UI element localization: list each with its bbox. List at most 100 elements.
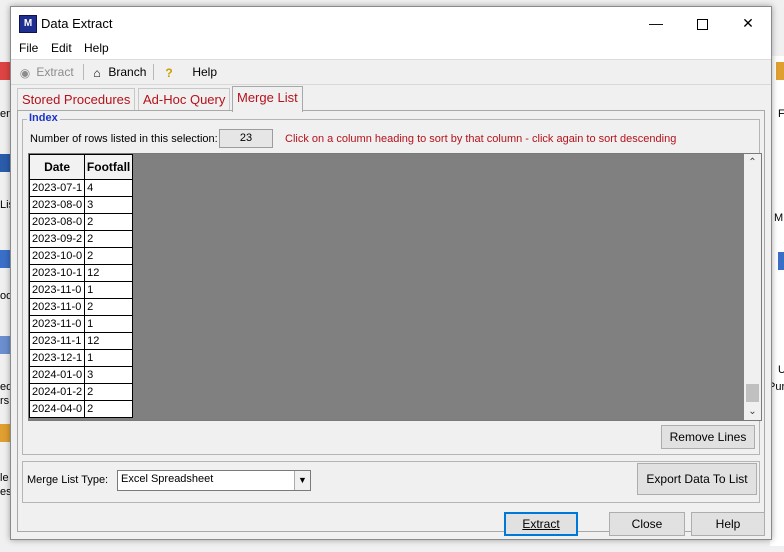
extract-button[interactable]: Extract xyxy=(504,512,578,536)
cell-footfall[interactable]: 2 xyxy=(84,247,133,265)
remove-lines-label: Remove Lines xyxy=(669,430,747,444)
vertical-scrollbar[interactable]: ⌃ ⌄ xyxy=(744,154,761,420)
close-window-button[interactable]: ✕ xyxy=(725,7,771,39)
cell-footfall[interactable]: 3 xyxy=(84,196,133,214)
tab-merge-list[interactable]: Merge List xyxy=(232,86,303,112)
cell-footfall[interactable]: 12 xyxy=(84,332,133,350)
close-button[interactable]: Close xyxy=(609,512,685,536)
merge-type-value: Excel Spreadsheet xyxy=(121,473,214,485)
cell-footfall[interactable]: 2 xyxy=(84,213,133,231)
title-bar[interactable]: M Data Extract — ✕ xyxy=(11,7,771,39)
merge-type-select[interactable]: Excel Spreadsheet ▼ xyxy=(117,470,311,491)
toolbar-extract-label: Extract xyxy=(36,65,74,79)
tab-ad-hoc-query[interactable]: Ad-Hoc Query xyxy=(138,88,231,111)
table-row[interactable]: 2023-09-2 2 xyxy=(28,230,133,248)
cell-date[interactable]: 2023-07-1 xyxy=(28,179,86,197)
background-text: M xyxy=(774,212,784,224)
help-question-icon: ? xyxy=(165,65,173,80)
grid-table: Date Footfall 2023-07-1 4 2023-08-0 3 2023-0… xyxy=(28,154,133,418)
extract-label: Extract xyxy=(522,517,560,531)
cell-footfall[interactable]: 1 xyxy=(84,315,133,333)
minimize-icon: — xyxy=(649,15,663,31)
data-grid[interactable]: Date Footfall 2023-07-1 4 2023-08-0 3 2023-0… xyxy=(28,153,762,421)
menu-bar: File Edit Help xyxy=(11,39,771,60)
minimize-button[interactable]: — xyxy=(633,7,679,39)
cell-footfall[interactable]: 2 xyxy=(84,383,133,401)
cell-date[interactable]: 2023-08-0 xyxy=(28,213,86,231)
cell-date[interactable]: 2024-01-0 xyxy=(28,366,86,384)
table-row[interactable]: 2023-08-0 3 xyxy=(28,196,133,214)
cell-footfall[interactable]: 12 xyxy=(84,264,133,282)
table-row[interactable]: 2024-04-0 2 xyxy=(28,400,133,418)
maximize-button[interactable] xyxy=(679,7,725,39)
tab-stored-procedures[interactable]: Stored Procedures xyxy=(17,88,136,111)
column-header-footfall[interactable]: Footfall xyxy=(84,154,133,180)
cell-date[interactable]: 2024-01-2 xyxy=(28,383,86,401)
scroll-up-icon[interactable]: ⌃ xyxy=(744,154,761,171)
cell-footfall[interactable]: 3 xyxy=(84,366,133,384)
scroll-down-icon[interactable]: ⌄ xyxy=(744,403,761,420)
column-header-date[interactable]: Date xyxy=(28,154,86,180)
table-row[interactable]: 2023-11-0 2 xyxy=(28,298,133,316)
cell-date[interactable]: 2023-12-1 xyxy=(28,349,86,367)
index-group: Index Number of rows listed in this sele… xyxy=(22,112,762,455)
table-row[interactable]: 2023-11-0 1 xyxy=(28,315,133,333)
background-text: F xyxy=(778,108,784,120)
table-row[interactable]: 2023-08-0 2 xyxy=(28,213,133,231)
merge-list-panel: Index Number of rows listed in this sele… xyxy=(17,110,765,532)
cell-footfall[interactable]: 2 xyxy=(84,298,133,316)
cell-footfall[interactable]: 2 xyxy=(84,230,133,248)
toolbar-separator xyxy=(153,64,154,80)
table-row[interactable]: 2023-12-1 1 xyxy=(28,349,133,367)
help-button[interactable]: Help xyxy=(691,512,765,536)
cell-date[interactable]: 2023-11-0 xyxy=(28,315,86,333)
cell-date[interactable]: 2023-09-2 xyxy=(28,230,86,248)
scroll-thumb[interactable] xyxy=(746,384,759,402)
maximize-icon xyxy=(696,18,708,30)
menu-help[interactable]: Help xyxy=(84,41,109,55)
cell-date[interactable]: 2023-10-0 xyxy=(28,247,86,265)
menu-file[interactable]: File xyxy=(19,41,38,55)
merge-type-label: Merge List Type: xyxy=(27,474,109,486)
cell-footfall[interactable]: 1 xyxy=(84,349,133,367)
cell-date[interactable]: 2023-11-0 xyxy=(28,298,86,316)
chevron-down-icon[interactable]: ▼ xyxy=(294,471,310,490)
background-icon xyxy=(776,62,784,80)
toolbar-branch-button[interactable]: ⌂ Branch xyxy=(89,63,146,81)
toolbar-help-button[interactable]: ? Help xyxy=(161,63,217,81)
table-row[interactable]: 2023-07-1 4 xyxy=(28,179,133,197)
data-extract-window: M Data Extract — ✕ File Edit Help ◉ Extr… xyxy=(10,6,772,540)
window-title: Data Extract xyxy=(41,16,113,31)
table-row[interactable]: 2023-11-0 1 xyxy=(28,281,133,299)
table-row[interactable]: 2023-11-1 12 xyxy=(28,332,133,350)
cell-date[interactable]: 2023-10-1 xyxy=(28,264,86,282)
cell-footfall[interactable]: 4 xyxy=(84,179,133,197)
cell-date[interactable]: 2023-08-0 xyxy=(28,196,86,214)
binoculars-icon: ◉ xyxy=(19,65,31,80)
menu-edit[interactable]: Edit xyxy=(51,41,72,55)
background-text: le xyxy=(0,472,9,484)
remove-lines-button[interactable]: Remove Lines xyxy=(661,425,755,449)
rows-count-label: Number of rows listed in this selection: xyxy=(30,133,218,145)
close-label: Close xyxy=(631,517,663,531)
merge-type-group: Merge List Type: Excel Spreadsheet ▼ Exp… xyxy=(22,461,760,503)
cell-footfall[interactable]: 1 xyxy=(84,281,133,299)
table-row[interactable]: 2024-01-0 3 xyxy=(28,366,133,384)
export-data-button[interactable]: Export Data To List xyxy=(637,463,757,495)
close-icon: ✕ xyxy=(742,15,754,31)
toolbar-extract-button[interactable]: ◉ Extract xyxy=(17,63,74,81)
table-row[interactable]: 2023-10-1 12 xyxy=(28,264,133,282)
export-data-label: Export Data To List xyxy=(646,472,748,486)
sort-hint: Click on a column heading to sort by tha… xyxy=(285,133,677,145)
background-icon xyxy=(778,252,784,270)
calendar-icon xyxy=(0,250,10,268)
background-right-strip xyxy=(770,56,784,546)
background-text: rs xyxy=(0,395,10,407)
table-row[interactable]: 2024-01-2 2 xyxy=(28,383,133,401)
table-row[interactable]: 2023-10-0 2 xyxy=(28,247,133,265)
cell-date[interactable]: 2023-11-0 xyxy=(28,281,86,299)
cell-date[interactable]: 2023-11-1 xyxy=(28,332,86,350)
cell-footfall[interactable]: 2 xyxy=(84,400,133,418)
cell-date[interactable]: 2024-04-0 xyxy=(28,400,86,418)
background-icon xyxy=(0,62,10,80)
